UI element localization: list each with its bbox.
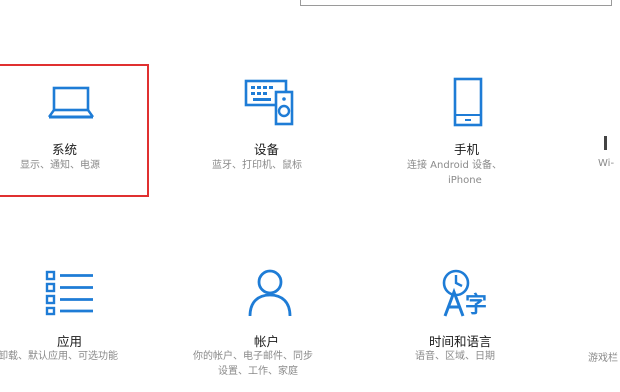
gaming-desc-fragment: 游戏栏	[588, 353, 618, 364]
person-icon	[248, 268, 292, 318]
tile-desc-accounts-line1: 你的帐户、电子邮件、同步	[193, 351, 313, 362]
selection-highlight	[0, 64, 149, 197]
time-language-icon: 字	[441, 268, 501, 320]
settings-tile-phone[interactable]: 手机 连接 Android 设备、 iPhone	[396, 64, 546, 197]
tile-desc-devices: 蓝牙、打印机、鼠标	[212, 160, 302, 171]
tile-title-devices: 设备	[254, 142, 280, 157]
tile-title-accounts: 帐户	[254, 334, 280, 349]
devices-icon	[244, 78, 296, 128]
phone-icon	[453, 77, 483, 127]
svg-text:字: 字	[465, 292, 487, 318]
settings-tile-devices[interactable]: 设备 蓝牙、打印机、鼠标	[196, 64, 346, 197]
settings-tile-apps[interactable]: 应用 卸载、默认应用、可选功能	[0, 262, 148, 392]
tile-desc-phone-line2: iPhone	[448, 175, 482, 186]
network-desc-fragment: Wi-	[598, 158, 615, 169]
tile-title-apps: 应用	[57, 334, 83, 349]
settings-tile-accounts[interactable]: 帐户 你的帐户、电子邮件、同步 设置、工作、家庭	[193, 262, 346, 392]
settings-tile-time-language[interactable]: 字 时间和语言 语音、区域、日期	[396, 262, 546, 392]
network-icon-fragment	[604, 136, 607, 150]
tile-title-time-language: 时间和语言	[429, 334, 492, 349]
tile-desc-apps: 卸载、默认应用、可选功能	[0, 351, 118, 362]
tile-desc-accounts-line2: 设置、工作、家庭	[218, 366, 298, 377]
tile-desc-time-language: 语音、区域、日期	[415, 351, 495, 362]
tile-desc-phone-line1: 连接 Android 设备、	[407, 160, 503, 171]
apps-list-icon	[45, 270, 97, 316]
search-box-edge[interactable]	[300, 0, 612, 6]
tile-title-phone: 手机	[454, 142, 480, 157]
